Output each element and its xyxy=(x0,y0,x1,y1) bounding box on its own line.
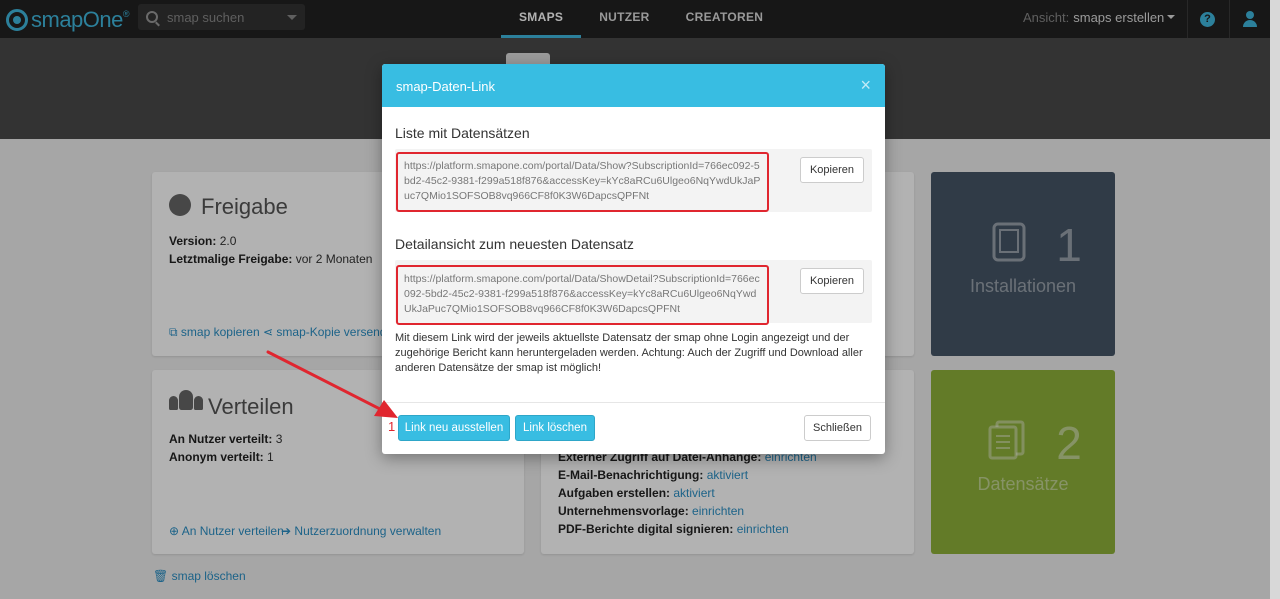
detail-url-field[interactable]: https://platform.smapone.com/portal/Data… xyxy=(396,265,769,325)
dialog-hint: Mit diesem Link wird der jeweils aktuell… xyxy=(395,332,863,374)
copy-detail-url-button[interactable]: Kopieren xyxy=(800,268,864,294)
step-marker: 1 xyxy=(388,419,396,434)
dialog-header: smap-Daten-Link × xyxy=(382,64,885,107)
close-icon[interactable]: × xyxy=(860,76,871,94)
delete-link-button[interactable]: Link löschen xyxy=(515,415,595,441)
close-dialog-button[interactable]: Schließen xyxy=(804,415,871,441)
copy-list-url-button[interactable]: Kopieren xyxy=(800,157,864,183)
detail-section-title: Detailansicht zum neuesten Datensatz xyxy=(395,236,634,252)
dialog-title: smap-Daten-Link xyxy=(396,79,495,94)
reissue-link-button[interactable]: Link neu ausstellen xyxy=(398,415,510,441)
dialog-divider xyxy=(382,402,885,403)
data-link-dialog: smap-Daten-Link × Liste mit Datensätzen … xyxy=(382,64,885,454)
page-scrollbar[interactable] xyxy=(1270,0,1280,599)
list-section-title: Liste mit Datensätzen xyxy=(395,125,530,141)
list-url-field[interactable]: https://platform.smapone.com/portal/Data… xyxy=(396,152,769,212)
